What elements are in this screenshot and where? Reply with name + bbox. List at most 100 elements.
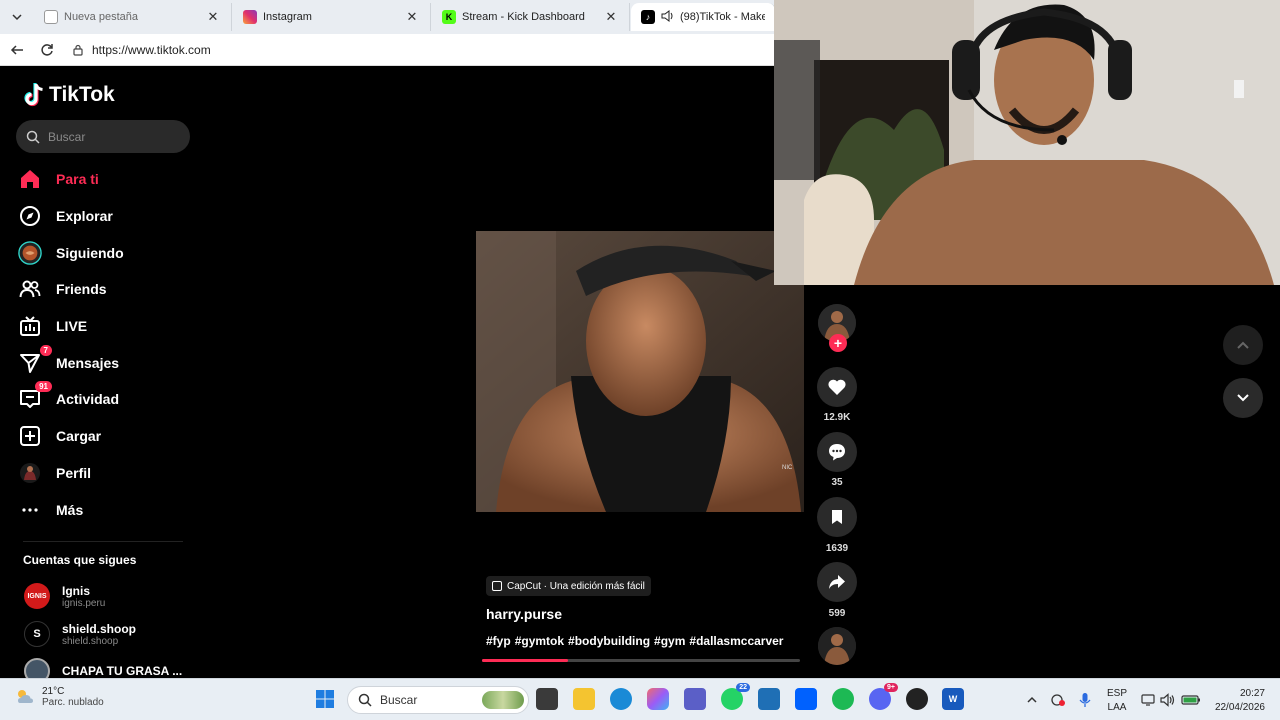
video-watermark: NIC — [782, 465, 793, 471]
nav-item-para-ti[interactable]: Para ti — [18, 161, 198, 198]
video-player[interactable]: NIC — [476, 231, 804, 512]
back-arrow-icon[interactable] — [7, 40, 27, 60]
following-account[interactable]: CHAPA TU GRASA ... — [24, 658, 182, 678]
hashtag-link[interactable]: #gymtok — [515, 634, 564, 648]
network-vpn-icon[interactable] — [1050, 679, 1066, 720]
partly-cloudy-icon — [18, 690, 33, 703]
search-icon — [26, 130, 40, 144]
language-indicator[interactable]: ESP LAA — [1104, 687, 1130, 715]
temperature: 21°C — [42, 686, 65, 697]
discord-icon[interactable]: 9+ — [869, 683, 898, 710]
nav-item-perfil[interactable]: Perfil — [18, 455, 198, 492]
teams-icon[interactable] — [684, 688, 706, 710]
site-info-icon[interactable] — [72, 44, 84, 56]
nav-item-live[interactable]: LIVE — [18, 308, 198, 345]
windows-start-icon[interactable] — [314, 688, 336, 710]
task-view-icon[interactable] — [536, 688, 558, 710]
chevron-down-icon — [1237, 394, 1249, 402]
video-author[interactable]: harry.purse — [486, 606, 562, 622]
follow-plus-button[interactable]: + — [829, 334, 847, 352]
store-icon[interactable] — [758, 688, 780, 710]
share-arrow-icon — [829, 575, 845, 589]
nav-item-friends[interactable]: Friends — [18, 271, 198, 308]
close-tab-icon[interactable]: ✕ — [404, 9, 420, 25]
tab-instagram[interactable]: Instagram ✕ — [233, 3, 431, 31]
account-avatar — [24, 658, 50, 678]
taskbar-search[interactable]: Buscar — [347, 686, 529, 714]
microphone-icon[interactable] — [1078, 679, 1092, 720]
speaker-icon[interactable] — [661, 9, 675, 25]
clock-time: 20:27 — [1239, 688, 1265, 699]
nav-label: Mensajes — [56, 354, 120, 371]
comment-count: 35 — [831, 477, 843, 488]
sidebar-divider — [23, 541, 183, 542]
nav-label: Siguiendo — [56, 244, 124, 261]
nav-item-explorar[interactable]: Explorar — [18, 198, 198, 235]
like-button[interactable] — [817, 367, 857, 407]
tab-nueva-pestana[interactable]: Nueva pestaña ✕ — [34, 3, 232, 31]
account-handle: ignis.peru — [62, 597, 106, 609]
url-field[interactable]: https://www.tiktok.com — [64, 38, 784, 62]
weather-widget[interactable]: 21°C Parc. nublado — [14, 686, 104, 708]
new-tab-page-icon — [44, 10, 58, 24]
file-explorer-icon[interactable] — [573, 688, 595, 710]
following-account[interactable]: IGNIS Ignis ignis.peru — [24, 583, 105, 609]
nav-item-siguiendo[interactable]: Siguiendo — [18, 234, 198, 271]
nav-label: Para ti — [56, 171, 99, 188]
save-button[interactable] — [817, 497, 857, 537]
following-account[interactable]: S shield.shoop shield.shoop — [24, 621, 136, 647]
volume-icon[interactable] — [1160, 679, 1176, 720]
dropbox-icon[interactable] — [795, 688, 817, 710]
whatsapp-icon[interactable]: 22 — [721, 683, 750, 710]
profile-avatar-icon — [18, 461, 42, 485]
nav-item-actividad[interactable]: 91 Actividad — [18, 381, 198, 418]
tab-tiktok[interactable]: ♪ (98)TikTok - Make You — [631, 3, 776, 31]
hashtag-link[interactable]: #dallasmccarver — [689, 634, 783, 648]
avatar-text: S — [33, 628, 41, 640]
edge-browser-icon[interactable] — [610, 688, 632, 710]
tab-label: Nueva pestaña — [64, 11, 138, 23]
previous-video-button[interactable] — [1223, 325, 1263, 365]
close-tab-icon[interactable]: ✕ — [603, 9, 619, 25]
account-avatar: IGNIS — [24, 583, 50, 609]
tiktok-note-icon — [24, 83, 43, 107]
video-progress-bar[interactable] — [482, 659, 800, 662]
capcut-label: CapCut · Una edición más fácil — [507, 580, 645, 592]
copilot-icon[interactable] — [647, 688, 669, 710]
music-disc-avatar[interactable] — [818, 627, 856, 665]
tiktok-logo[interactable]: TikTok — [23, 83, 115, 107]
capcut-anchor[interactable]: CapCut · Una edición más fácil — [486, 576, 651, 596]
share-button[interactable] — [817, 562, 857, 602]
spotify-icon[interactable] — [832, 688, 854, 710]
tray-overflow-chevron-icon[interactable] — [1026, 679, 1038, 720]
nav-item-mas[interactable]: Más — [18, 491, 198, 528]
tab-label: Instagram — [263, 11, 312, 23]
next-video-button[interactable] — [1223, 378, 1263, 418]
sidebar-nav: Para ti Explorar Siguiendo Friends LIVE … — [18, 161, 198, 528]
instagram-icon — [243, 10, 257, 24]
refresh-icon[interactable] — [37, 40, 57, 60]
display-icon[interactable] — [1141, 679, 1155, 720]
tab-list-chevron-icon[interactable] — [6, 7, 28, 27]
nav-item-cargar[interactable]: Cargar — [18, 418, 198, 455]
search-box[interactable] — [16, 120, 190, 153]
hashtag-link[interactable]: #gym — [654, 634, 685, 648]
account-handle: shield.shoop — [62, 635, 119, 647]
hashtag-link[interactable]: #bodybuilding — [568, 634, 650, 648]
word-icon[interactable]: W — [942, 688, 964, 710]
close-tab-icon[interactable]: ✕ — [205, 9, 221, 25]
clock-date: 22/04/2026 — [1214, 702, 1265, 713]
capcut-icon — [492, 581, 502, 591]
hashtag-link[interactable]: #fyp — [486, 634, 511, 648]
search-input[interactable] — [48, 129, 168, 144]
tab-kick-dashboard[interactable]: K Stream - Kick Dashboard ✕ — [432, 3, 630, 31]
system-clock[interactable]: 20:27 22/04/2026 — [1207, 687, 1265, 715]
battery-icon[interactable] — [1181, 679, 1201, 720]
comment-button[interactable] — [817, 432, 857, 472]
whatsapp-badge: 22 — [736, 683, 750, 692]
obs-icon[interactable] — [906, 688, 928, 710]
video-hashtags: #fyp #gymtok #bodybuilding #gym #dallasmccar… — [486, 634, 787, 648]
nav-item-mensajes[interactable]: 7 Mensajes — [18, 344, 198, 381]
avatar-text: IGNIS — [27, 592, 47, 600]
following-section-title: Cuentas que sigues — [23, 553, 137, 567]
